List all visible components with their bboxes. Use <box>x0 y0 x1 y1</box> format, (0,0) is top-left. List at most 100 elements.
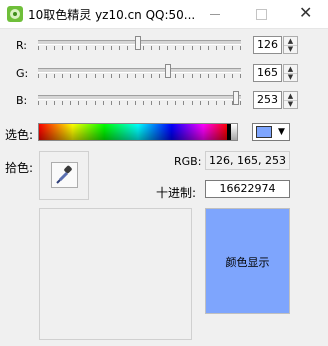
rgb-value-field: 126, 165, 253 <box>205 151 290 170</box>
chevron-down-icon[interactable]: ▼ <box>275 125 288 139</box>
slider-tick <box>119 74 120 78</box>
slider-tick <box>240 46 241 50</box>
g-value-input[interactable]: 165 <box>253 64 282 82</box>
color-swatch <box>256 126 272 138</box>
slider-tick <box>46 74 47 78</box>
minimize-icon <box>210 14 220 15</box>
slider-tick <box>111 46 112 50</box>
slider-tick <box>167 46 168 50</box>
slider-tick <box>183 46 184 50</box>
minimize-button[interactable] <box>192 0 238 28</box>
decimal-value-input[interactable]: 16622974 <box>205 180 290 198</box>
slider-tick <box>103 101 104 105</box>
picker-label: 选色: <box>5 128 34 142</box>
slider-b-track[interactable] <box>38 95 241 100</box>
slider-tick <box>183 74 184 78</box>
slider-tick <box>216 46 217 50</box>
close-icon: ✕ <box>299 3 313 22</box>
color-preview-label: 颜色显示 <box>225 256 270 269</box>
decimal-label: 十进制: <box>156 186 197 200</box>
slider-tick <box>46 101 47 105</box>
slider-tick <box>95 74 96 78</box>
slider-tick <box>78 74 79 78</box>
slider-g-thumb[interactable] <box>165 64 171 78</box>
slider-tick <box>200 46 201 50</box>
slider-g-label: G: <box>16 67 29 80</box>
b-spin-button[interactable]: ▲ ▼ <box>283 91 298 109</box>
slider-r-thumb[interactable] <box>135 36 141 50</box>
b-value-input[interactable]: 253 <box>253 91 282 109</box>
close-button[interactable]: ✕ <box>282 0 328 28</box>
eyedropper-button[interactable] <box>51 162 78 188</box>
slider-b-ticks <box>38 101 241 106</box>
slider-tick <box>38 74 39 78</box>
slider-tick <box>200 101 201 105</box>
slider-tick <box>111 101 112 105</box>
color-dropdown[interactable]: ▼ <box>252 123 290 141</box>
slider-tick <box>70 74 71 78</box>
slider-tick <box>119 101 120 105</box>
maximize-button[interactable] <box>238 0 284 28</box>
slider-tick <box>86 46 87 50</box>
slider-tick <box>143 74 144 78</box>
slider-g-ticks <box>38 74 241 79</box>
g-spin-button[interactable]: ▲ ▼ <box>283 64 298 82</box>
slider-g-track[interactable] <box>38 68 241 73</box>
slider-tick <box>127 101 128 105</box>
slider-tick <box>232 74 233 78</box>
slider-tick <box>240 74 241 78</box>
slider-tick <box>224 74 225 78</box>
slider-tick <box>46 46 47 50</box>
eyedropper-icon <box>56 165 72 184</box>
slider-tick <box>208 46 209 50</box>
r-value-input[interactable]: 126 <box>253 36 282 54</box>
eyedropper-label: 拾色: <box>5 161 34 175</box>
color-spectrum-bar[interactable] <box>38 123 238 141</box>
slider-tick <box>54 74 55 78</box>
slider-tick <box>119 46 120 50</box>
color-preview-panel: 颜色显示 <box>205 208 290 314</box>
slider-tick <box>167 101 168 105</box>
slider-tick <box>216 74 217 78</box>
slider-tick <box>183 101 184 105</box>
slider-tick <box>192 46 193 50</box>
slider-tick <box>86 74 87 78</box>
slider-tick <box>54 101 55 105</box>
slider-tick <box>111 74 112 78</box>
slider-tick <box>127 46 128 50</box>
spin-down-icon[interactable]: ▼ <box>284 100 297 108</box>
slider-tick <box>224 101 225 105</box>
app-icon <box>7 6 23 22</box>
slider-tick <box>175 74 176 78</box>
slider-tick <box>151 74 152 78</box>
slider-tick <box>135 101 136 105</box>
slider-tick <box>54 46 55 50</box>
slider-tick <box>143 101 144 105</box>
slider-tick <box>62 101 63 105</box>
slider-b-thumb[interactable] <box>233 91 239 105</box>
slider-tick <box>200 74 201 78</box>
slider-tick <box>62 74 63 78</box>
slider-tick <box>175 101 176 105</box>
slider-tick <box>78 101 79 105</box>
spin-down-icon[interactable]: ▼ <box>284 73 297 81</box>
slider-tick <box>127 74 128 78</box>
slider-tick <box>224 46 225 50</box>
slider-tick <box>151 46 152 50</box>
slider-tick <box>192 74 193 78</box>
slider-tick <box>103 74 104 78</box>
title-bar[interactable]: 10取色精灵 yz10.cn QQ:50... ✕ <box>0 0 328 29</box>
slider-tick <box>95 46 96 50</box>
slider-tick <box>208 74 209 78</box>
rgb-label: RGB: <box>174 155 202 168</box>
slider-tick <box>216 101 217 105</box>
spin-down-icon[interactable]: ▼ <box>284 45 297 53</box>
window-title: 10取色精灵 yz10.cn QQ:50... <box>28 8 196 22</box>
slider-tick <box>62 46 63 50</box>
slider-tick <box>143 46 144 50</box>
slider-tick <box>159 46 160 50</box>
slider-tick <box>175 46 176 50</box>
slider-tick <box>70 101 71 105</box>
slider-tick <box>95 101 96 105</box>
r-spin-button[interactable]: ▲ ▼ <box>283 36 298 54</box>
